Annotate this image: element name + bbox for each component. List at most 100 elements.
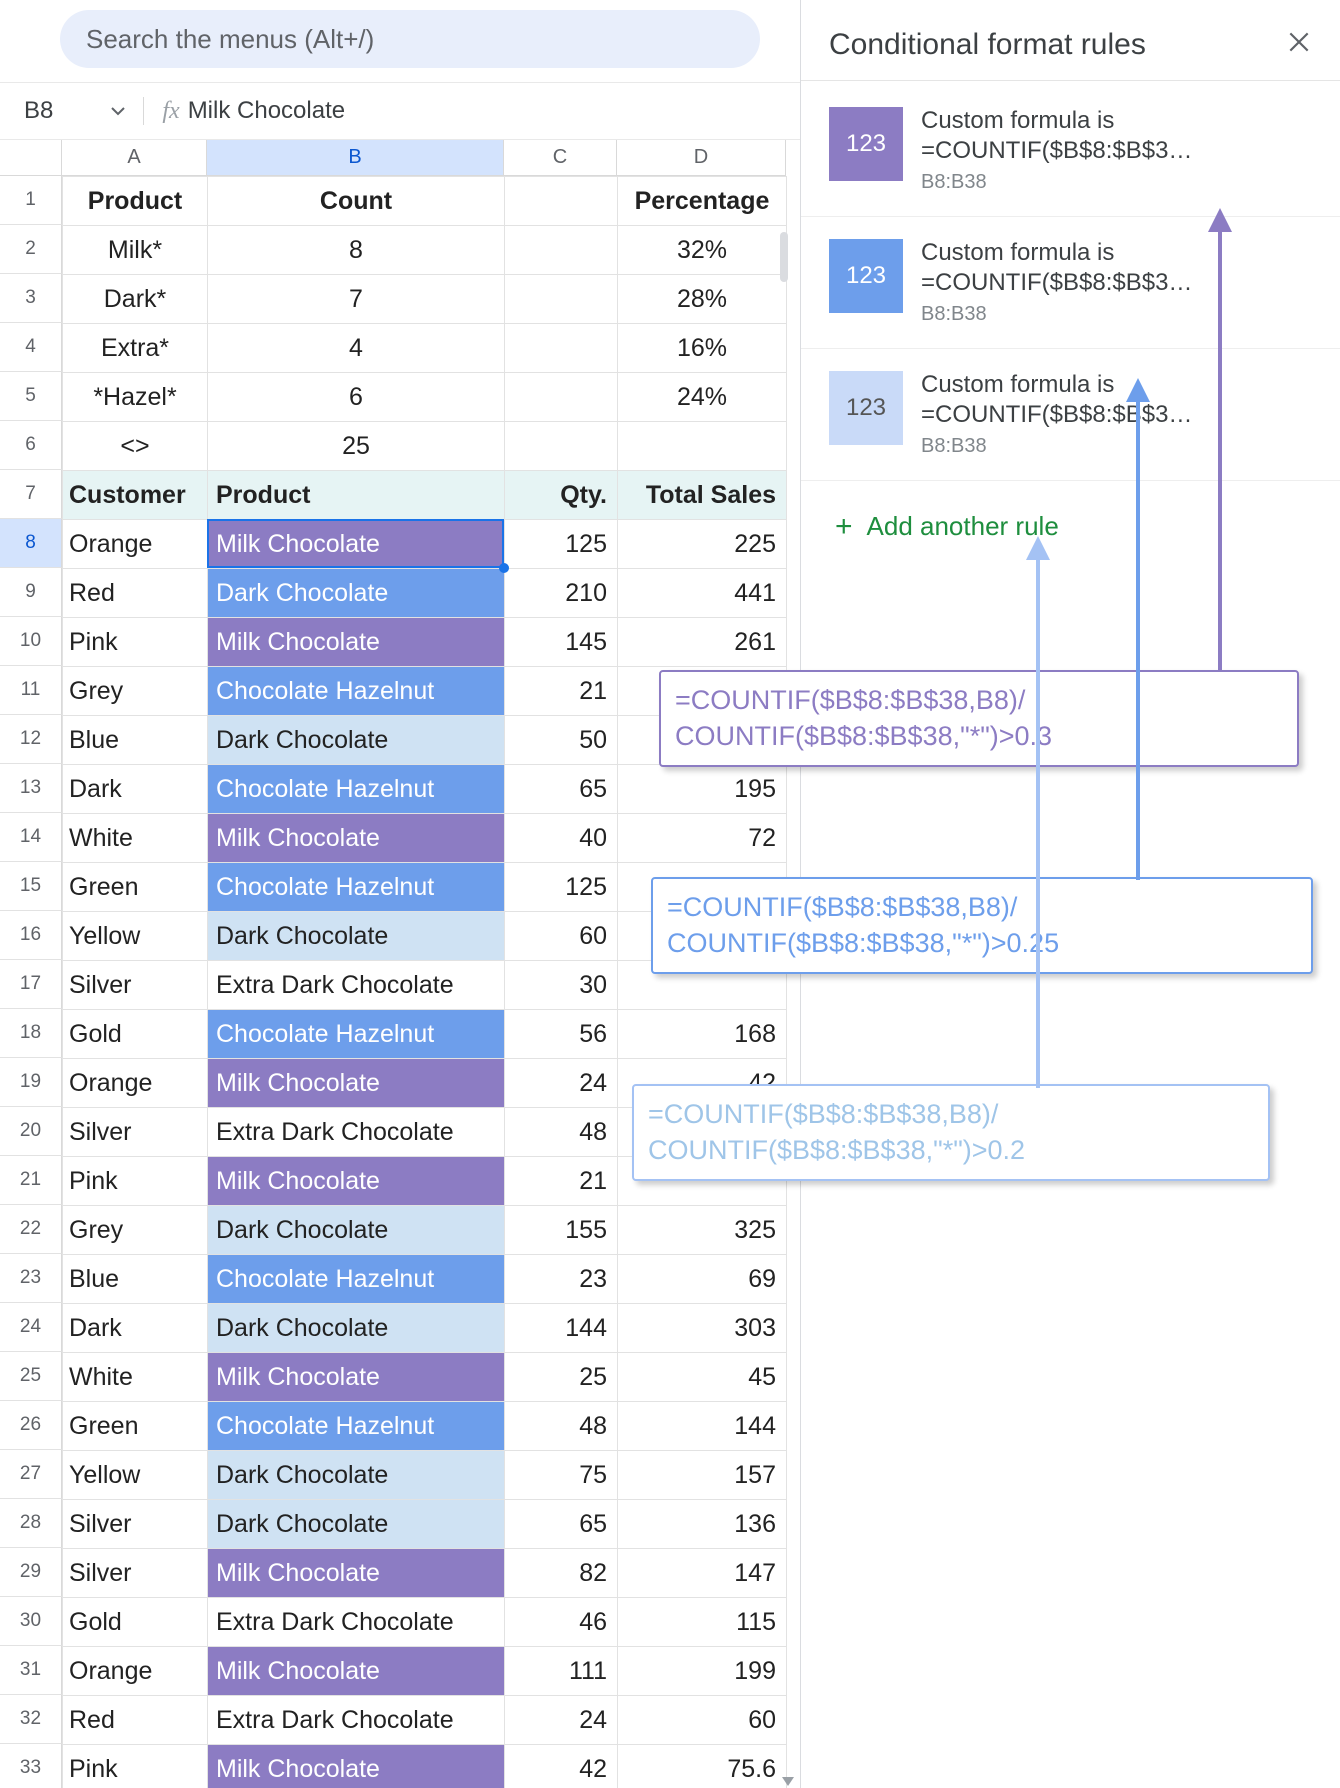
cell[interactable]: Green (63, 1402, 208, 1451)
cell[interactable]: Gold (63, 1010, 208, 1059)
row-header[interactable]: 30 (0, 1597, 62, 1646)
name-box[interactable]: B8 (24, 97, 144, 125)
cell[interactable]: 46 (505, 1598, 618, 1647)
cell[interactable]: 48 (505, 1108, 618, 1157)
row-header[interactable]: 24 (0, 1303, 62, 1352)
cell[interactable]: 56 (505, 1010, 618, 1059)
cell[interactable]: Dark Chocolate (208, 912, 505, 961)
row-header[interactable]: 14 (0, 813, 62, 862)
row-header[interactable]: 27 (0, 1450, 62, 1499)
cell[interactable]: 60 (618, 1696, 787, 1745)
row-header[interactable]: 13 (0, 764, 62, 813)
row-header[interactable]: 3 (0, 274, 62, 323)
cell[interactable]: 261 (618, 618, 787, 667)
cell[interactable]: 82 (505, 1549, 618, 1598)
row-header[interactable]: 18 (0, 1009, 62, 1058)
row-header[interactable]: 25 (0, 1352, 62, 1401)
cell[interactable]: Chocolate Hazelnut (208, 1402, 505, 1451)
cell[interactable]: 45 (618, 1353, 787, 1402)
cell[interactable]: Orange (63, 1059, 208, 1108)
cell[interactable]: 21 (505, 1157, 618, 1206)
cell[interactable]: 21 (505, 667, 618, 716)
cell[interactable]: Dark Chocolate (208, 1206, 505, 1255)
row-header[interactable]: 12 (0, 715, 62, 764)
cell[interactable]: 42 (505, 1745, 618, 1788)
cell[interactable]: Extra Dark Chocolate (208, 1598, 505, 1647)
cell[interactable]: Yellow (63, 1451, 208, 1500)
row-header[interactable]: 1 (0, 176, 62, 225)
cell[interactable]: Dark Chocolate (208, 569, 505, 618)
cell[interactable]: 157 (618, 1451, 787, 1500)
cell[interactable]: 225 (618, 520, 787, 569)
cell[interactable]: Chocolate Hazelnut (208, 1255, 505, 1304)
selection-handle[interactable] (499, 563, 509, 573)
row-header[interactable]: 11 (0, 666, 62, 715)
cell[interactable]: 65 (505, 765, 618, 814)
row-header[interactable]: 15 (0, 862, 62, 911)
cell[interactable]: Yellow (63, 912, 208, 961)
cell[interactable]: Milk Chocolate (208, 1745, 505, 1788)
cell[interactable]: 144 (505, 1304, 618, 1353)
cell[interactable]: Milk Chocolate (208, 1157, 505, 1206)
cell[interactable]: Gold (63, 1598, 208, 1647)
row-header[interactable]: 23 (0, 1254, 62, 1303)
cell[interactable]: 23 (505, 1255, 618, 1304)
cell[interactable]: 60 (505, 912, 618, 961)
row-header[interactable]: 31 (0, 1646, 62, 1695)
cell[interactable]: Blue (63, 1255, 208, 1304)
row-header[interactable]: 2 (0, 225, 62, 274)
close-icon[interactable] (1286, 29, 1312, 61)
row-header[interactable]: 33 (0, 1744, 62, 1788)
row-header[interactable]: 32 (0, 1695, 62, 1744)
cell[interactable]: Dark Chocolate (208, 1451, 505, 1500)
cell[interactable]: 155 (505, 1206, 618, 1255)
cell[interactable]: 72 (618, 814, 787, 863)
cell[interactable]: 195 (618, 765, 787, 814)
cell[interactable]: 136 (618, 1500, 787, 1549)
cell[interactable]: 24 (505, 1059, 618, 1108)
cell[interactable]: Grey (63, 1206, 208, 1255)
scroll-down-arrow-icon[interactable] (782, 1777, 794, 1786)
row-header[interactable]: 6 (0, 421, 62, 470)
vertical-scrollbar[interactable] (780, 232, 788, 282)
cell[interactable]: Chocolate Hazelnut (208, 1010, 505, 1059)
cell[interactable]: Milk Chocolate (208, 1647, 505, 1696)
add-rule-button[interactable]: + Add another rule (801, 485, 1340, 568)
column-header[interactable]: B (207, 140, 504, 176)
cell[interactable]: 125 (505, 863, 618, 912)
cell[interactable]: White (63, 814, 208, 863)
cell[interactable]: Pink (63, 1157, 208, 1206)
cell[interactable]: Red (63, 1696, 208, 1745)
cell[interactable]: 50 (505, 716, 618, 765)
cell[interactable]: Dark (63, 765, 208, 814)
row-header[interactable]: 20 (0, 1107, 62, 1156)
cell[interactable]: Blue (63, 716, 208, 765)
menu-search-input[interactable]: Search the menus (Alt+/) (60, 10, 760, 68)
cell[interactable]: 65 (505, 1500, 618, 1549)
cell[interactable]: 25 (505, 1353, 618, 1402)
formula-input[interactable]: Milk Chocolate (188, 97, 345, 125)
row-header[interactable]: 16 (0, 911, 62, 960)
cell[interactable]: 147 (618, 1549, 787, 1598)
cell[interactable]: 168 (618, 1010, 787, 1059)
cell[interactable]: Chocolate Hazelnut (208, 765, 505, 814)
cell[interactable]: 144 (618, 1402, 787, 1451)
cell[interactable]: Silver (63, 1549, 208, 1598)
cell[interactable]: Chocolate Hazelnut (208, 667, 505, 716)
row-header[interactable]: 17 (0, 960, 62, 1009)
cell[interactable]: Dark (63, 1304, 208, 1353)
row-header[interactable]: 8 (0, 519, 62, 568)
row-header[interactable]: 21 (0, 1156, 62, 1205)
row-header[interactable]: 7 (0, 470, 62, 519)
cell[interactable]: Silver (63, 1108, 208, 1157)
column-header[interactable]: C (504, 140, 617, 176)
cell[interactable]: 75 (505, 1451, 618, 1500)
cell[interactable]: Silver (63, 961, 208, 1010)
row-header[interactable]: 10 (0, 617, 62, 666)
cell[interactable]: Green (63, 863, 208, 912)
cell[interactable]: 199 (618, 1647, 787, 1696)
row-header[interactable]: 5 (0, 372, 62, 421)
cell[interactable]: Milk Chocolate (208, 1353, 505, 1402)
row-header[interactable]: 4 (0, 323, 62, 372)
cell[interactable]: Dark Chocolate (208, 1500, 505, 1549)
